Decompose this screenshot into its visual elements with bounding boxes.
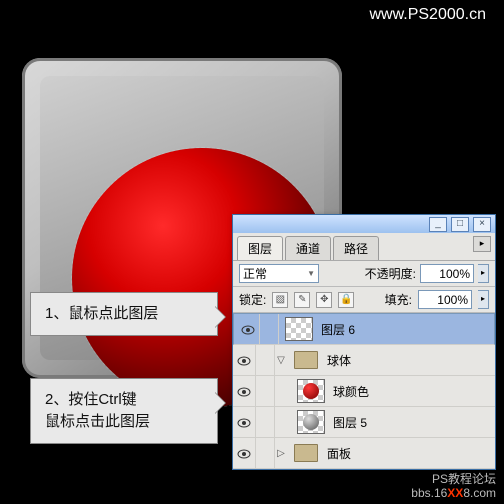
link-cell[interactable]: [256, 345, 275, 375]
opacity-input[interactable]: 100%: [420, 264, 474, 283]
watermark-line1: PS教程论坛: [411, 472, 496, 486]
layer-thumb: [297, 379, 325, 403]
eye-icon: [241, 325, 255, 335]
panel-menu-icon[interactable]: ▸: [473, 236, 491, 252]
panel-tabs: 图层 通道 路径 ▸: [233, 233, 495, 261]
link-cell[interactable]: [260, 314, 279, 344]
tab-layers[interactable]: 图层: [237, 236, 283, 260]
lock-all-icon[interactable]: 🔒: [338, 292, 354, 308]
lock-position-icon[interactable]: ✥: [316, 292, 332, 308]
callout-1-text: 1、鼠标点此图层: [45, 305, 158, 322]
layer-row-layer5[interactable]: 图层 5: [233, 407, 495, 438]
panel-titlebar: _ □ ×: [233, 215, 495, 233]
watermark: PS教程论坛 bbs.16XX8.com: [411, 472, 496, 500]
disclosure-triangle-icon[interactable]: ▽: [275, 355, 287, 366]
layer-name: 球颜色: [331, 383, 495, 400]
folder-icon: [293, 442, 319, 464]
layer-name: 面板: [325, 445, 495, 462]
visibility-toggle[interactable]: [237, 314, 260, 344]
layer-row-ball-color[interactable]: 球颜色: [233, 376, 495, 407]
link-cell[interactable]: [256, 438, 275, 468]
blend-opacity-row: 正常 ▼ 不透明度: 100% ▸: [233, 261, 495, 287]
layer-row-group-ball[interactable]: ▽ 球体: [233, 345, 495, 376]
layer-row-layer6[interactable]: 图层 6: [233, 313, 495, 345]
callout-1: 1、鼠标点此图层: [30, 292, 218, 336]
blend-mode-value: 正常: [243, 265, 267, 282]
fill-arrow-icon[interactable]: ▸: [478, 290, 489, 309]
layer-thumb: [297, 410, 325, 434]
visibility-toggle[interactable]: [233, 345, 256, 375]
lock-label: 锁定:: [239, 291, 266, 308]
visibility-toggle[interactable]: [233, 407, 256, 437]
layer-row-group-panel[interactable]: ▷ 面板: [233, 438, 495, 469]
eye-icon: [237, 356, 251, 366]
callout-2-line2: 鼠标点击此图层: [45, 413, 150, 430]
fill-input[interactable]: 100%: [418, 290, 472, 309]
lock-fill-row: 锁定: ▧ ✎ ✥ 🔒 填充: 100% ▸: [233, 287, 495, 313]
folder-icon: [293, 349, 319, 371]
fill-label: 填充:: [385, 291, 412, 308]
eye-icon: [237, 418, 251, 428]
lock-pixels-icon[interactable]: ✎: [294, 292, 310, 308]
lock-transparent-icon[interactable]: ▧: [272, 292, 288, 308]
tab-channels[interactable]: 通道: [285, 236, 331, 260]
callout-2: 2、按住Ctrl键 鼠标点击此图层: [30, 378, 218, 444]
layer-list: 图层 6 ▽ 球体 球颜色 图层 5: [233, 313, 495, 469]
tab-paths[interactable]: 路径: [333, 236, 379, 260]
close-button[interactable]: ×: [473, 217, 491, 232]
disclosure-triangle-icon[interactable]: ▷: [275, 448, 287, 459]
link-cell[interactable]: [256, 407, 275, 437]
layer-name: 图层 5: [331, 414, 495, 431]
watermark-line2: bbs.16XX8.com: [411, 486, 496, 500]
visibility-toggle[interactable]: [233, 438, 256, 468]
layer-thumb: [285, 317, 313, 341]
eye-icon: [237, 449, 251, 459]
link-cell[interactable]: [256, 376, 275, 406]
layers-panel: _ □ × 图层 通道 路径 ▸ 正常 ▼ 不透明度: 100% ▸ 锁定: ▧…: [232, 214, 496, 470]
minimize-button[interactable]: _: [429, 217, 447, 232]
opacity-label: 不透明度:: [365, 265, 416, 282]
chevron-down-icon: ▼: [307, 269, 315, 278]
callout-2-line1: 2、按住Ctrl键: [45, 391, 137, 408]
maximize-button[interactable]: □: [451, 217, 469, 232]
blend-mode-select[interactable]: 正常 ▼: [239, 264, 319, 283]
visibility-toggle[interactable]: [233, 376, 256, 406]
eye-icon: [237, 387, 251, 397]
layer-name: 图层 6: [319, 321, 491, 338]
site-url: www.PS2000.cn: [369, 6, 486, 24]
layer-name: 球体: [325, 352, 495, 369]
opacity-arrow-icon[interactable]: ▸: [478, 264, 489, 283]
